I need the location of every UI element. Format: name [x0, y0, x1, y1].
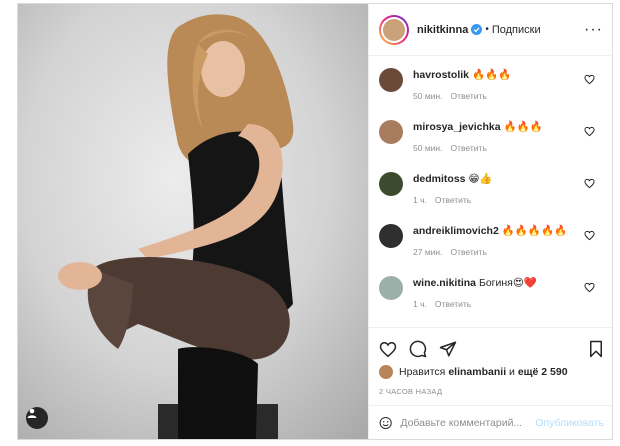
commenter-username[interactable]: dedmitoss	[413, 173, 466, 185]
save-bookmark-icon[interactable]	[588, 340, 604, 358]
reply-button[interactable]: Ответить	[450, 247, 486, 257]
comment-text: 😁👍	[468, 173, 493, 185]
commenter-username[interactable]: havrostolik	[413, 69, 469, 81]
following-button[interactable]: Подписки	[492, 24, 541, 36]
author-avatar-ring[interactable]	[379, 14, 409, 45]
comment-input[interactable]	[400, 416, 536, 429]
likes-middle: и	[506, 366, 518, 378]
emoji-smiley-icon[interactable]	[379, 414, 392, 432]
post-actions: Нравится elinambanii и ещё 2 590 2 ЧАСОВ…	[369, 327, 614, 396]
comment-text: 🔥🔥🔥🔥🔥	[501, 225, 568, 237]
commenter-username[interactable]: wine.nikitina	[413, 277, 476, 289]
commenter-avatar[interactable]	[379, 120, 403, 144]
comment-row: mirosya_jevichka 🔥🔥🔥 50 мин. Ответить	[379, 114, 603, 166]
likes-summary: Нравится elinambanii и ещё 2 590	[379, 365, 604, 379]
author-avatar	[381, 16, 407, 43]
liker-username[interactable]: elinambanii	[448, 366, 506, 378]
publish-button[interactable]: Опубликовать	[535, 417, 604, 429]
comment-text: 🔥🔥🔥	[471, 69, 512, 81]
commenter-avatar[interactable]	[379, 172, 403, 196]
comment-like-heart-icon[interactable]	[584, 74, 595, 85]
reply-button[interactable]: Ответить	[450, 143, 486, 153]
verified-badge-icon	[471, 24, 483, 35]
comment-like-heart-icon[interactable]	[584, 178, 595, 189]
comment-like-heart-icon[interactable]	[584, 282, 595, 293]
add-comment-bar: Опубликовать	[369, 405, 614, 439]
post-header: nikitkinna • Подписки ···	[369, 4, 613, 56]
comment-list: havrostolik 🔥🔥🔥 50 мин. Ответить mirosya_je…	[369, 56, 613, 326]
comment-like-heart-icon[interactable]	[584, 230, 595, 241]
post-side-panel: nikitkinna • Подписки ··· havrostolik 🔥🔥…	[368, 4, 614, 439]
like-heart-icon[interactable]	[379, 341, 397, 358]
comment-time: 50 мин.	[413, 143, 443, 153]
post-card: nikitkinna • Подписки ··· havrostolik 🔥🔥…	[17, 3, 614, 440]
commenter-avatar[interactable]	[379, 68, 403, 92]
commenter-avatar[interactable]	[379, 224, 403, 248]
comment-bubble-icon[interactable]	[409, 340, 427, 358]
reply-button[interactable]: Ответить	[450, 91, 486, 101]
comment-row: dedmitoss 😁👍 1 ч. Ответить	[379, 166, 603, 218]
comment-row: havrostolik 🔥🔥🔥 50 мин. Ответить	[379, 62, 603, 114]
comment-time: 27 мин.	[413, 247, 443, 257]
comment-time: 50 мин.	[413, 91, 443, 101]
comment-text: Богиня😍❤️	[478, 277, 537, 289]
post-timestamp: 2 ЧАСОВ НАЗАД	[379, 387, 443, 396]
commenter-username[interactable]: mirosya_jevichka	[413, 121, 501, 133]
comment-time: 1 ч.	[413, 299, 427, 309]
comment-text: 🔥🔥🔥	[503, 121, 543, 133]
more-options-icon[interactable]: ···	[584, 21, 603, 39]
reply-button[interactable]: Ответить	[435, 195, 471, 205]
comment-like-heart-icon[interactable]	[584, 126, 595, 137]
commenter-avatar[interactable]	[379, 276, 403, 300]
header-separator: •	[485, 24, 489, 35]
commenter-username[interactable]: andreiklimovich2	[413, 225, 499, 237]
comment-row: andreiklimovich2 🔥🔥🔥🔥🔥 27 мин. Ответить	[379, 218, 603, 270]
reply-button[interactable]: Ответить	[435, 299, 471, 309]
photo-illustration	[18, 4, 368, 439]
post-photo[interactable]	[18, 4, 368, 439]
share-paper-plane-icon[interactable]	[439, 340, 457, 358]
comment-row: wine.nikitina Богиня😍❤️ 1 ч. Ответить	[379, 270, 603, 322]
author-username[interactable]: nikitkinna	[417, 24, 468, 36]
likes-count[interactable]: ещё 2 590	[518, 366, 568, 378]
likes-prefix: Нравится	[399, 366, 446, 378]
user-tag-icon[interactable]	[26, 407, 48, 429]
comment-time: 1 ч.	[413, 195, 427, 205]
liker-avatar	[379, 365, 393, 379]
